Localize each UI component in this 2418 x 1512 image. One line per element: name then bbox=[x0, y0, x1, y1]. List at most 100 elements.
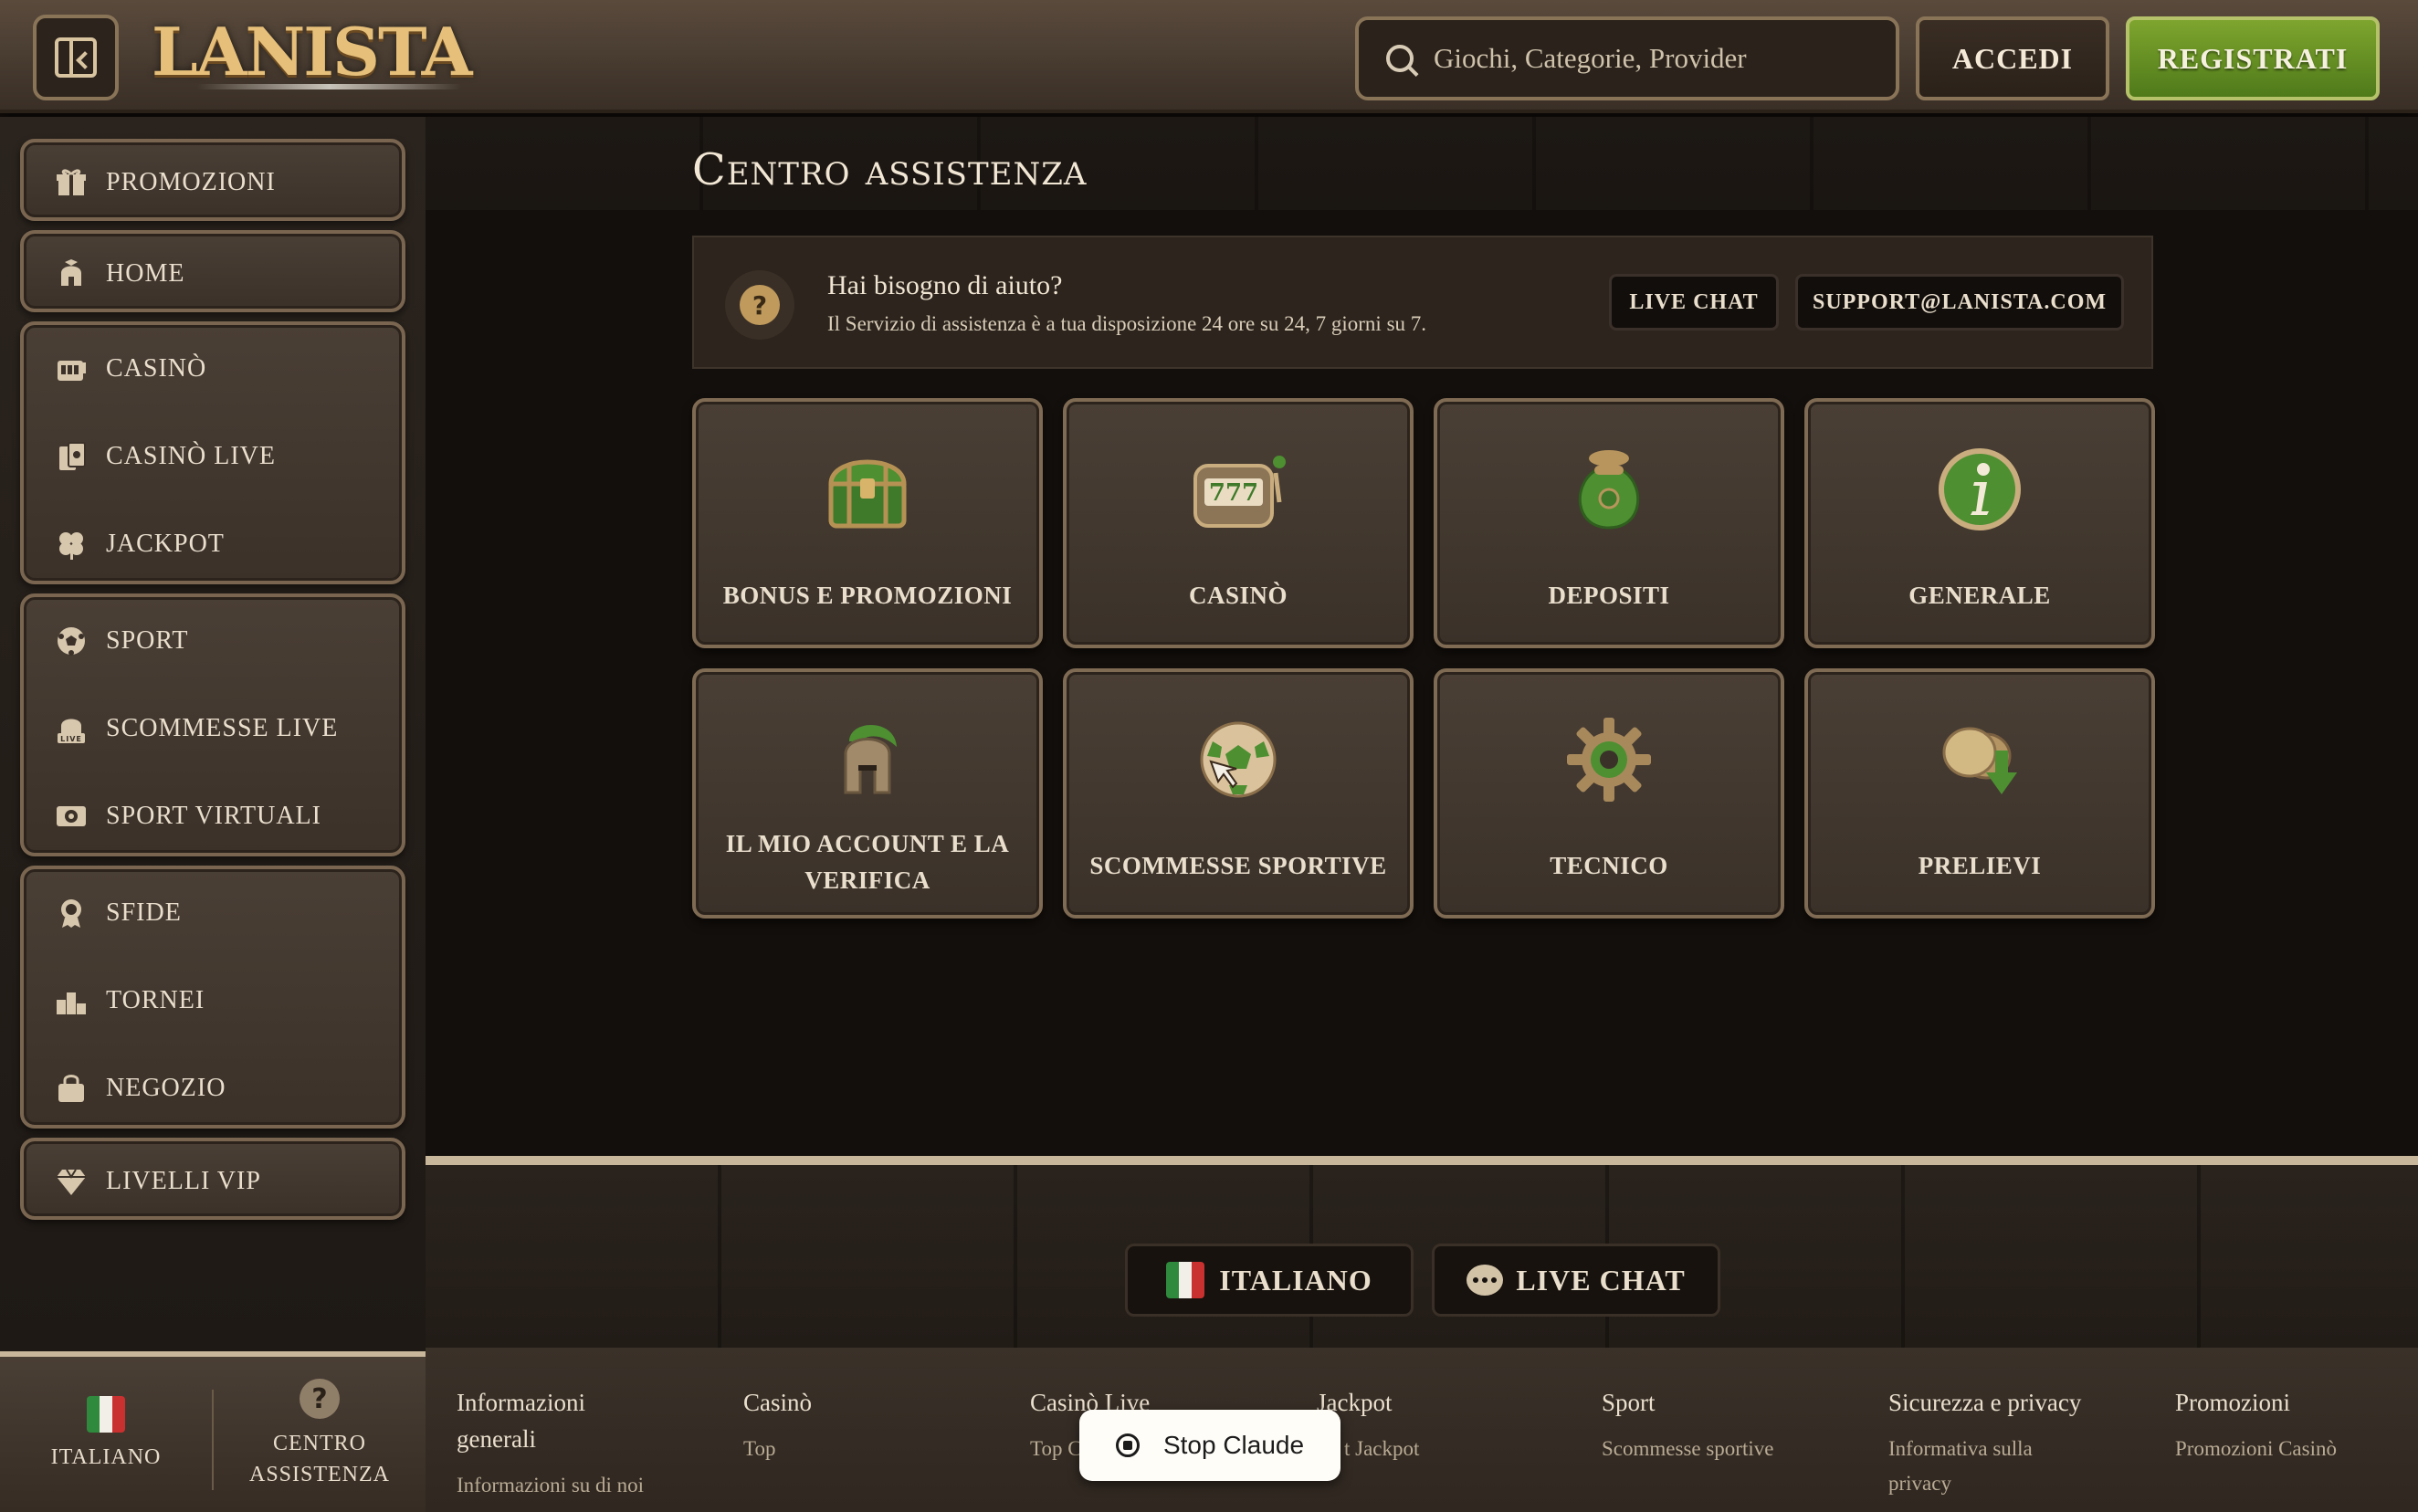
podium-icon bbox=[55, 984, 88, 1017]
category-card-generale[interactable]: GENERALE bbox=[1804, 398, 2155, 648]
page-title: Centro assistenza bbox=[692, 144, 1088, 195]
category-label: TECNICO bbox=[1550, 852, 1668, 879]
slot-machine-icon: 777 bbox=[1067, 444, 1410, 535]
category-card-prelievi[interactable]: PRELIEVI bbox=[1804, 668, 2155, 919]
search-icon bbox=[1386, 45, 1414, 72]
sidebar: PROMOZIONI HOME CASINÒ CASINÒ LIVE JACKP… bbox=[0, 117, 426, 1351]
nav-group-challenges: SFIDE TORNEI NEGOZIO bbox=[20, 866, 405, 1129]
category-label: BONUS E PROMOZIONI bbox=[722, 582, 1013, 609]
category-card-tecnico[interactable]: TECNICO bbox=[1434, 668, 1784, 919]
footer-column-heading: Sicurezza e privacy bbox=[1888, 1389, 2082, 1416]
sidebar-item-jackpot[interactable]: JACKPOT bbox=[24, 500, 402, 588]
top-header: LANISTA ACCEDI REGISTRATI bbox=[0, 0, 2418, 113]
help-banner-heading: Hai bisogno di aiuto? bbox=[827, 270, 1063, 300]
footer-column: Jackpot t Jackpot bbox=[1317, 1384, 1554, 1466]
sidebar-item-sport-virtuali[interactable]: SPORT VIRTUALI bbox=[24, 772, 402, 860]
gladiator-helmet-icon bbox=[696, 714, 1039, 805]
sidebar-help-center-button[interactable]: ? CENTRO ASSISTENZA bbox=[214, 1357, 426, 1512]
category-card-scommesse[interactable]: SCOMMESSE SPORTIVE bbox=[1063, 668, 1414, 919]
sidebar-item-label: SFIDE bbox=[106, 898, 182, 927]
footer-live-chat-button[interactable]: LIVE CHAT bbox=[1432, 1244, 1720, 1317]
category-label: GENERALE bbox=[1908, 582, 2051, 609]
sidebar-item-livelli-vip[interactable]: LIVELLI VIP bbox=[24, 1138, 402, 1225]
footer-language-label: ITALIANO bbox=[1219, 1263, 1372, 1297]
sidebar-item-sport[interactable]: SPORT bbox=[24, 597, 402, 685]
helmet-icon bbox=[55, 257, 88, 290]
sidebar-toggle-button[interactable] bbox=[33, 15, 119, 100]
svg-text:LIVE: LIVE bbox=[60, 735, 82, 743]
svg-text:777: 777 bbox=[1209, 479, 1258, 507]
sidebar-item-label: SPORT VIRTUALI bbox=[106, 802, 321, 830]
category-label: SCOMMESSE SPORTIVE bbox=[1089, 852, 1387, 879]
footer-live-chat-label: LIVE CHAT bbox=[1516, 1263, 1686, 1297]
footer-link[interactable]: Promozioni Casinò bbox=[2175, 1432, 2413, 1466]
footer-link[interactable]: Top bbox=[743, 1432, 981, 1466]
sidebar-item-casino[interactable]: CASINÒ bbox=[24, 325, 402, 413]
footer-links: Informazioni generali Informazioni su di… bbox=[426, 1348, 2418, 1512]
footer-column: Sicurezza e privacy Informativa sulla pr… bbox=[1888, 1384, 2126, 1501]
stop-claude-button[interactable]: Stop Claude bbox=[1079, 1410, 1340, 1481]
category-card-bonus[interactable]: BONUS E PROMOZIONI bbox=[692, 398, 1043, 648]
sidebar-item-tornei[interactable]: TORNEI bbox=[24, 957, 402, 1045]
footer-column-heading: Informazioni generali bbox=[457, 1389, 585, 1453]
sidebar-item-negozio[interactable]: NEGOZIO bbox=[24, 1045, 402, 1132]
sidebar-language-button[interactable]: ITALIANO bbox=[0, 1357, 212, 1512]
login-button[interactable]: ACCEDI bbox=[1916, 16, 2109, 100]
sidebar-item-label: PROMOZIONI bbox=[106, 168, 276, 196]
sidebar-item-label: CASINÒ LIVE bbox=[106, 442, 276, 470]
info-icon bbox=[1808, 444, 2151, 535]
gift-icon bbox=[55, 166, 88, 199]
coin-withdraw-icon bbox=[1808, 714, 2151, 805]
question-icon: ? bbox=[300, 1379, 340, 1419]
italy-flag-icon bbox=[87, 1396, 125, 1433]
nav-group-promotions: PROMOZIONI bbox=[20, 139, 405, 221]
category-card-depositi[interactable]: DEPOSITI bbox=[1434, 398, 1784, 648]
footer-link[interactable]: Scommesse sportive bbox=[1602, 1432, 1839, 1466]
live-helmet-icon: LIVE bbox=[55, 712, 88, 745]
lanista-logo[interactable]: LANISTA bbox=[152, 13, 472, 95]
category-label: DEPOSITI bbox=[1548, 582, 1670, 609]
category-label: IL MIO ACCOUNT E LA VERIFICA bbox=[725, 830, 1010, 894]
footer-column: Casinò Top bbox=[743, 1384, 981, 1466]
search-input[interactable] bbox=[1434, 42, 1872, 75]
soccer-ball-icon bbox=[1067, 714, 1410, 805]
sidebar-item-label: LIVELLI VIP bbox=[106, 1167, 261, 1195]
search-bar[interactable] bbox=[1355, 16, 1899, 100]
footer-link[interactable]: Informazioni su di noi bbox=[457, 1468, 694, 1503]
nav-group-vip: LIVELLI VIP bbox=[20, 1138, 405, 1220]
support-email-button[interactable]: SUPPORT@LANISTA.COM bbox=[1795, 274, 2124, 331]
treasure-chest-icon bbox=[696, 444, 1039, 535]
sidebar-item-label: SCOMMESSE LIVE bbox=[106, 714, 339, 742]
footer-column-heading: Casinò bbox=[743, 1389, 813, 1416]
sidebar-item-label: TORNEI bbox=[106, 986, 205, 1014]
register-button[interactable]: REGISTRATI bbox=[2126, 16, 2380, 100]
sidebar-item-home[interactable]: HOME bbox=[24, 230, 402, 318]
category-card-account[interactable]: IL MIO ACCOUNT E LA VERIFICA bbox=[692, 668, 1043, 919]
sidebar-item-label: CASINÒ bbox=[106, 354, 207, 383]
live-chat-button[interactable]: LIVE CHAT bbox=[1609, 274, 1779, 331]
cards-icon bbox=[55, 440, 88, 473]
bag-icon bbox=[55, 1072, 88, 1105]
footer-link[interactable]: Informativa sulla privacy bbox=[1888, 1432, 2071, 1501]
clover-icon bbox=[55, 528, 88, 561]
soccer-ball-icon bbox=[55, 625, 88, 657]
nav-group-casino: CASINÒ CASINÒ LIVE JACKPOT bbox=[20, 321, 405, 584]
category-label: CASINÒ bbox=[1188, 582, 1288, 609]
gear-icon bbox=[1437, 714, 1781, 805]
category-label: PRELIEVI bbox=[1918, 852, 2042, 879]
sidebar-collapse-icon bbox=[55, 37, 97, 78]
category-card-casino[interactable]: 777 CASINÒ bbox=[1063, 398, 1414, 648]
footer-link[interactable]: t Jackpot bbox=[1317, 1432, 1554, 1466]
sidebar-item-promozioni[interactable]: PROMOZIONI bbox=[24, 139, 402, 226]
stop-claude-label: Stop Claude bbox=[1162, 1431, 1305, 1459]
sidebar-item-casino-live[interactable]: CASINÒ LIVE bbox=[24, 413, 402, 500]
footer-language-button[interactable]: ITALIANO bbox=[1125, 1244, 1414, 1317]
sidebar-item-label: SPORT bbox=[106, 626, 189, 655]
sidebar-item-scommesse-live[interactable]: LIVE SCOMMESSE LIVE bbox=[24, 685, 402, 772]
italy-flag-icon bbox=[1166, 1262, 1205, 1298]
nav-group-sport: SPORT LIVE SCOMMESSE LIVE SPORT VIRTUALI bbox=[20, 593, 405, 856]
nav-group-home: HOME bbox=[20, 230, 405, 312]
chat-bubble-icon bbox=[1467, 1265, 1504, 1296]
footer-column: Sport Scommesse sportive bbox=[1602, 1384, 1839, 1466]
sidebar-item-sfide[interactable]: SFIDE bbox=[24, 869, 402, 957]
